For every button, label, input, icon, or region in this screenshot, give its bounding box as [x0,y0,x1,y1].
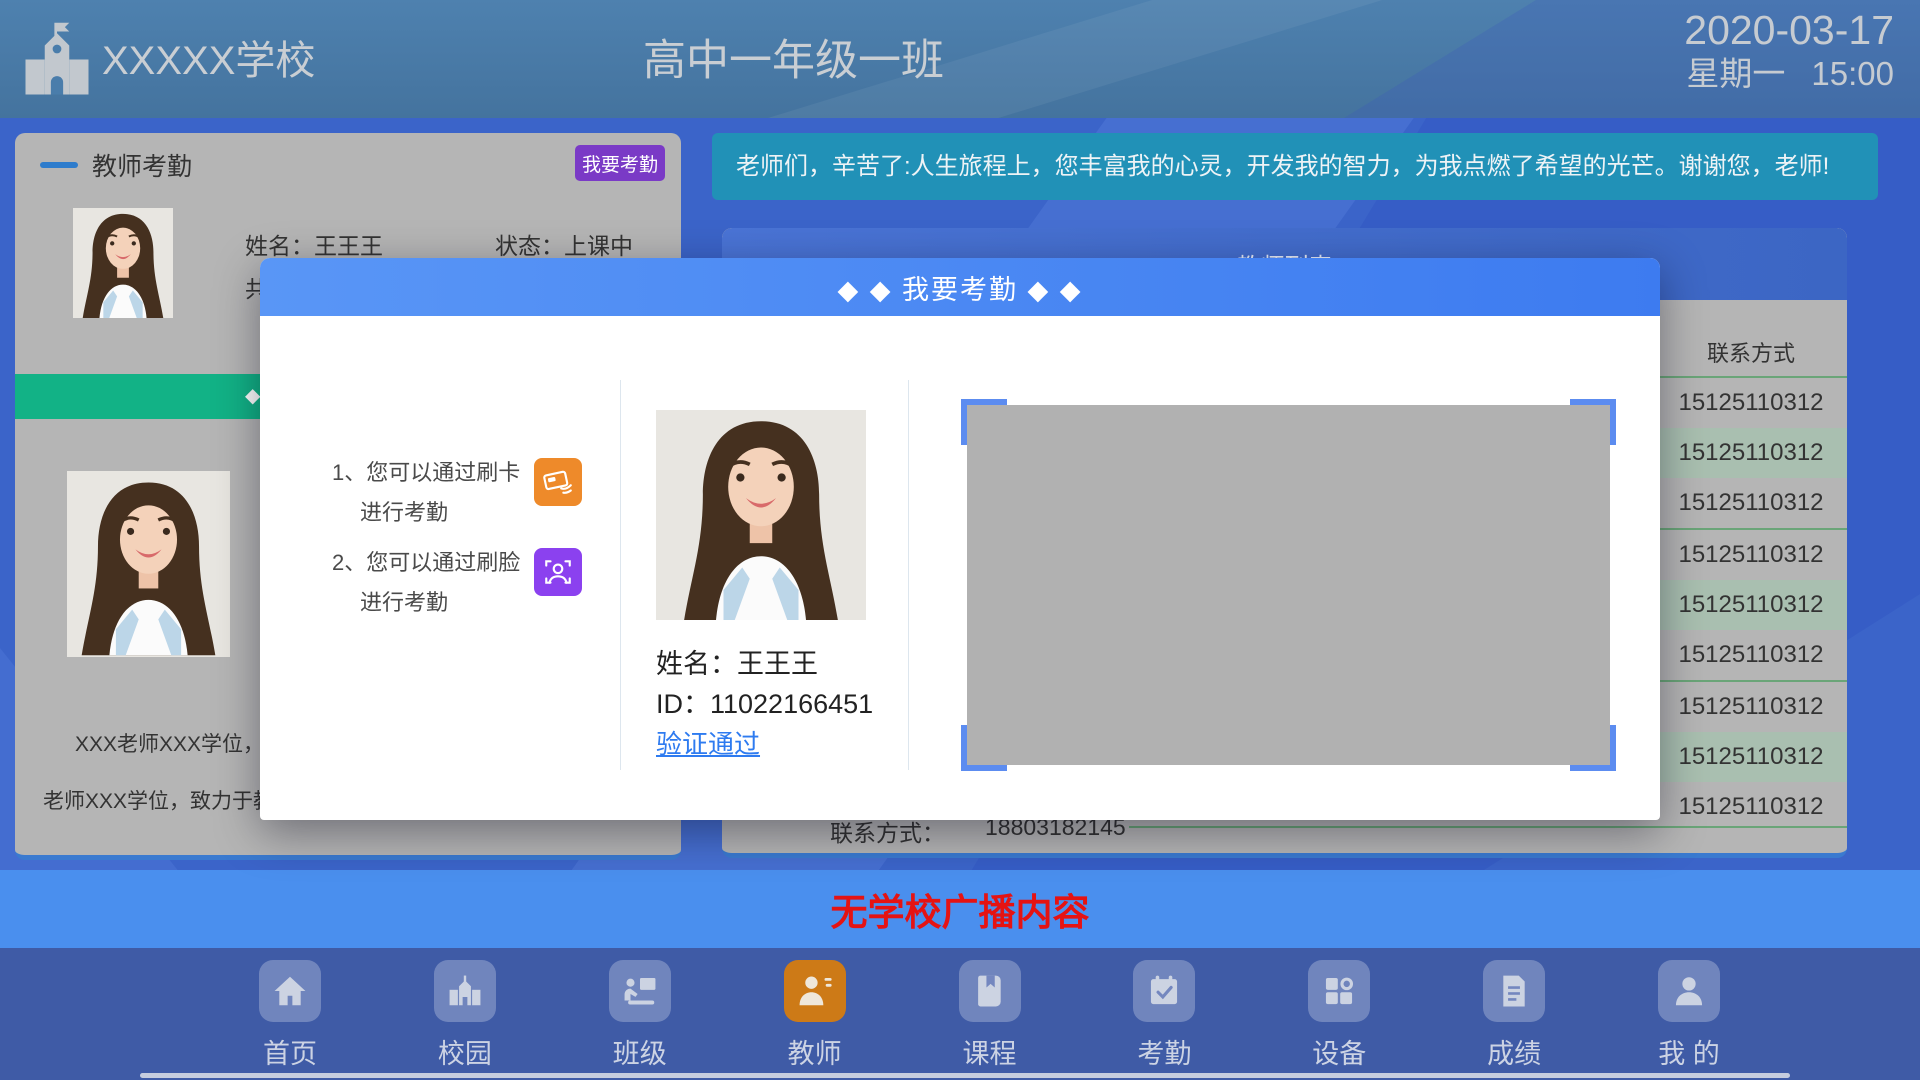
corner-bracket [1570,399,1616,445]
nav-label: 首页 [263,1032,317,1071]
verify-result-link[interactable]: 验证通过 [656,724,760,761]
table-row: 15125110312 [1655,580,1847,630]
nav-item-device[interactable]: 设备 [1298,960,1380,1071]
campus-icon [434,960,496,1022]
face-scan-icon [534,548,582,596]
corner-bracket [961,399,1007,445]
diamond-marker: ◆ [245,374,260,419]
table-row: 15125110312 [1655,630,1847,680]
class-icon [609,960,671,1022]
nav-item-teacher[interactable]: 教师 [774,960,856,1071]
teacher-bio-line2: 老师XXX学位，致力于教育 [43,785,295,815]
nav-item-class[interactable]: 班级 [599,960,681,1071]
datetime-display: 2020-03-17 星期一 15:00 [1684,6,1894,94]
header-bar: XXXXX学校 高中一年级一班 2020-03-17 星期一 15:00 [0,0,1920,118]
modal-teacher-id: ID：11022166451 [656,682,873,721]
modal-teacher-name: 姓名：王王王 [656,642,818,681]
time-text: 15:00 [1811,55,1894,92]
home-icon [259,960,321,1022]
contact-column: 联系方式 15125110312151251103121512511031215… [1655,328,1847,832]
table-row: 15125110312 [1655,732,1847,782]
instruction-line: 1、您可以通过刷卡 [332,455,520,487]
nav-item-home[interactable]: 首页 [249,960,331,1071]
nav-item-course[interactable]: 课程 [949,960,1031,1071]
nav-label: 课程 [963,1032,1017,1071]
device-icon [1308,960,1370,1022]
title-dash [40,162,78,168]
nav-label: 校园 [438,1032,492,1071]
class-title: 高中一年级一班 [643,26,944,88]
table-row: 15125110312 [1655,530,1847,580]
instruction-step: 2、您可以通过刷脸 进行考勤 [332,545,582,617]
nav-label: 班级 [613,1032,667,1071]
date-text: 2020-03-17 [1684,6,1894,54]
table-row: 15125110312 [1655,782,1847,832]
attendance-instructions: 1、您可以通过刷卡 进行考勤 2、您可以通过刷脸 进行考勤 [332,455,582,635]
table-row: 15125110312 [1655,428,1847,478]
verified-teacher-photo [656,410,866,620]
column-header: 联系方式 [1655,328,1847,376]
panel-title: 教师考勤 [92,147,192,183]
modal-divider [620,380,621,770]
table-row: 15125110312 [1655,478,1847,528]
card-swipe-icon [534,458,582,506]
score-icon [1483,960,1545,1022]
modal-divider [908,380,909,770]
attendance-icon [1133,960,1195,1022]
instruction-line: 进行考勤 [360,585,520,617]
nav-label: 设备 [1312,1032,1366,1071]
weekday-time: 星期一 15:00 [1684,54,1894,94]
broadcast-message: 无学校广播内容 [831,882,1090,936]
teacher-icon [784,960,846,1022]
nav-label: 教师 [788,1032,842,1071]
corner-bracket [961,725,1007,771]
teacher-bio-line1: XXX老师XXX学位，致 [75,728,285,758]
nav-item-attendance[interactable]: 考勤 [1123,960,1205,1071]
table-separator [1129,826,1847,828]
teacher-name: 姓名：王王王 [245,227,383,261]
attend-button[interactable]: 我要考勤 [575,145,665,181]
table-row: 15125110312 [1655,378,1847,428]
nav-label: 成绩 [1487,1032,1541,1071]
nav-item-campus[interactable]: 校园 [424,960,506,1071]
corner-bracket [1570,725,1616,771]
teacher-status: 状态：上课中 [495,227,633,261]
class-board-screen: XXXXX学校 高中一年级一班 2020-03-17 星期一15:00 教师考勤… [0,0,1920,1080]
instruction-line: 进行考勤 [360,495,520,527]
greeting-banner: 老师们，辛苦了:人生旅程上，您丰富我的心灵，开发我的智力，为我点燃了希望的光芒。… [712,133,1878,200]
nav-label: 我 的 [1658,1032,1720,1071]
contact-column-rows: 1512511031215125110312151251103121512511… [1655,378,1847,832]
teacher-photo [73,208,173,318]
camera-preview-area [967,405,1610,765]
bottom-nav-bar: 首页 校园 班级 教师 [0,948,1920,1080]
nav-item-score[interactable]: 成绩 [1473,960,1555,1071]
instruction-step: 1、您可以通过刷卡 进行考勤 [332,455,582,527]
attend-modal: ◆ ◆ 我要考勤 ◆ ◆ 1、您可以通过刷卡 进行考勤 [260,258,1660,820]
weekday-text: 星期一 [1686,55,1785,92]
school-logo-icon [22,16,92,96]
school-name: XXXXX学校 [102,28,315,86]
nav-label: 考勤 [1137,1032,1191,1071]
modal-title: ◆ ◆ 我要考勤 ◆ ◆ [260,258,1660,316]
profile-icon [1658,960,1720,1022]
table-row: 15125110312 [1655,682,1847,732]
teacher-photo-large [67,471,230,657]
bottom-scroll-strip [140,1073,1790,1078]
instruction-line: 2、您可以通过刷脸 [332,545,520,577]
nav-item-profile[interactable]: 我 的 [1648,960,1730,1071]
course-icon [959,960,1021,1022]
broadcast-band: 无学校广播内容 [0,870,1920,948]
